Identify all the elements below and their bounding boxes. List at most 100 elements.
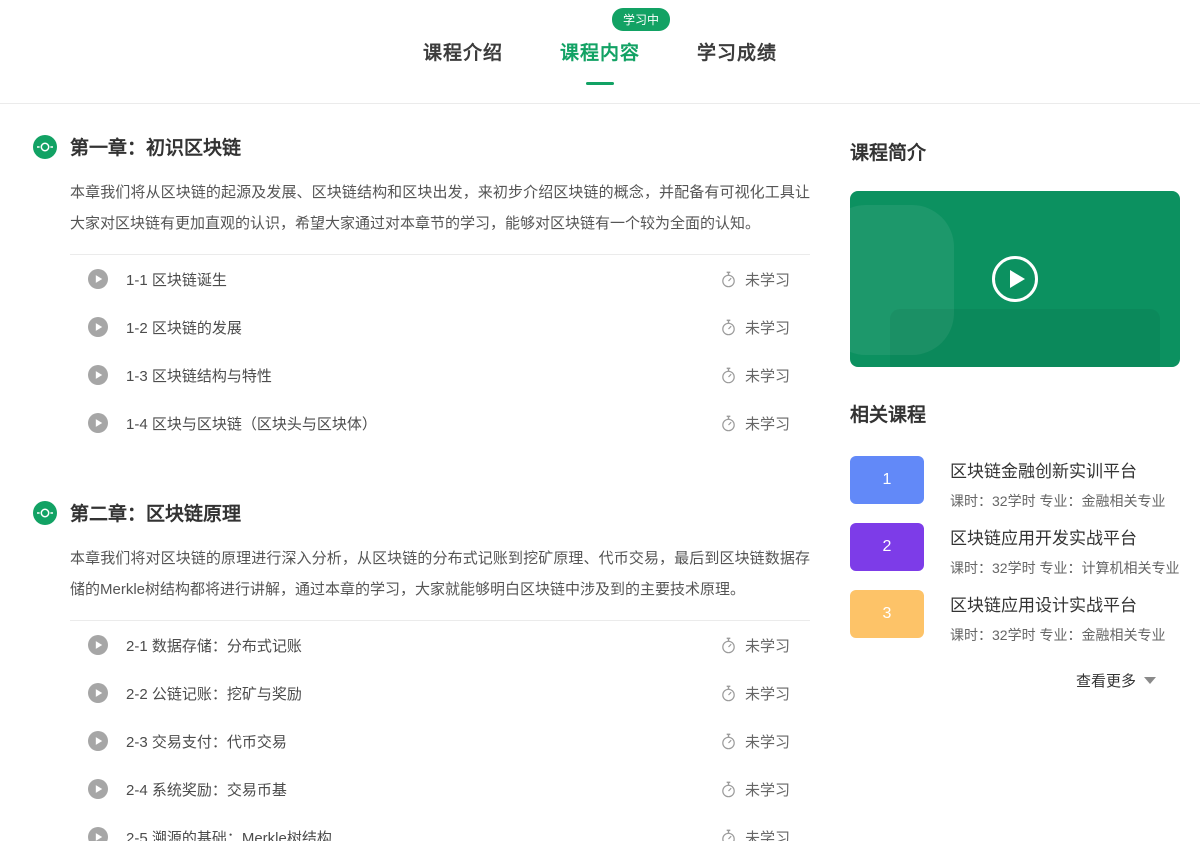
related-course-list: 1 区块链金融创新实训平台 课时：32学时 专业：金融相关专业 2 区块链应用开… (850, 456, 1180, 645)
tab-course-content[interactable]: 学习中 课程内容 (559, 8, 670, 85)
stopwatch-icon (722, 271, 735, 287)
stopwatch-icon (722, 685, 735, 701)
course-meta: 课时：32学时 专业：金融相关专业 (950, 627, 1166, 643)
chapter-title: 第二章：区块链原理 (70, 504, 242, 525)
sidebar: 课程简介 相关课程 1 区块链金融创新实训平台 课时：32学时 专业：金融相关专… (850, 104, 1180, 841)
lesson-status-label: 未学习 (744, 781, 790, 799)
studying-badge: 学习中 (611, 8, 670, 31)
stopwatch-icon (722, 415, 735, 431)
related-courses-heading: 相关课程 (850, 405, 927, 426)
lesson-status: 未学习 (721, 269, 790, 290)
lesson-status: 未学习 (721, 683, 790, 704)
play-triangle-icon (1009, 270, 1025, 288)
lesson-status-label: 未学习 (744, 829, 790, 841)
lesson-title: 1-1 区块链诞生 (126, 271, 227, 289)
play-icon[interactable] (88, 365, 108, 385)
tab-label: 学习成绩 (697, 43, 778, 64)
play-icon[interactable] (88, 269, 108, 289)
play-icon[interactable] (88, 635, 108, 655)
course-title: 区块链应用开发实战平台 (950, 529, 1137, 548)
lesson-status-label: 未学习 (744, 319, 790, 337)
lesson-status: 未学习 (721, 413, 790, 434)
related-course-item[interactable]: 3 区块链应用设计实战平台 课时：32学时 专业：金融相关专业 (850, 590, 1180, 645)
lesson-row[interactable]: 1-3 区块链结构与特性 未学习 (70, 351, 810, 399)
chapter-node-icon (33, 500, 57, 525)
lesson-title: 2-1 数据存储：分布式记账 (126, 637, 302, 655)
course-title: 区块链应用设计实战平台 (950, 596, 1137, 615)
chapter-section: 第二章：区块链原理 本章我们将对区块链的原理进行深入分析，从区块链的分布式记账到… (33, 499, 810, 841)
tab-course-grades[interactable]: 学习成绩 (697, 34, 777, 69)
lesson-row[interactable]: 2-2 公链记账：挖矿与奖励 未学习 (70, 669, 810, 717)
video-decor-shape (890, 309, 1160, 367)
chapter-header: 第二章：区块链原理 (33, 499, 810, 526)
lesson-status-label: 未学习 (744, 271, 790, 289)
course-text: 区块链金融创新实训平台 课时：32学时 专业：金融相关专业 (950, 456, 1165, 511)
tab-label: 课程介绍 (422, 43, 503, 64)
lesson-row[interactable]: 1-4 区块与区块链（区块头与区块体） 未学习 (70, 399, 810, 447)
lesson-list: 2-1 数据存储：分布式记账 未学习 2-2 公链记账：挖矿与奖励 未学习 2-… (70, 621, 810, 841)
chapter-description: 本章我们将对区块链的原理进行深入分析，从区块链的分布式记账到挖矿原理、代币交易，… (70, 550, 810, 598)
lesson-row[interactable]: 1-2 区块链的发展 未学习 (70, 303, 810, 351)
lesson-status: 未学习 (721, 827, 790, 841)
chapter-section: 第一章：初识区块链 本章我们将从区块链的起源及发展、区块链结构和区块出发，来初步… (33, 133, 810, 447)
course-intro-heading: 课程简介 (850, 143, 927, 164)
chapter-title: 第一章：初识区块链 (70, 138, 242, 159)
play-icon[interactable] (88, 317, 108, 337)
play-icon[interactable] (88, 827, 108, 841)
stopwatch-icon (722, 637, 735, 653)
play-icon[interactable] (88, 731, 108, 751)
lesson-list: 1-1 区块链诞生 未学习 1-2 区块链的发展 未学习 1-3 区块链结构与特… (70, 255, 810, 447)
lesson-status: 未学习 (721, 365, 790, 386)
lesson-row[interactable]: 1-1 区块链诞生 未学习 (70, 255, 810, 303)
lesson-title: 2-5 溯源的基础：Merkle树结构 (126, 829, 332, 841)
lesson-title: 1-3 区块链结构与特性 (126, 367, 272, 385)
play-icon[interactable] (88, 779, 108, 799)
course-text: 区块链应用设计实战平台 课时：32学时 专业：金融相关专业 (950, 590, 1165, 645)
view-more-link[interactable]: 查看更多 (850, 670, 1180, 691)
lesson-status: 未学习 (721, 731, 790, 752)
lesson-title: 2-2 公链记账：挖矿与奖励 (126, 685, 302, 703)
related-course-item[interactable]: 2 区块链应用开发实战平台 课时：32学时 专业：计算机相关专业 (850, 523, 1180, 578)
related-course-item[interactable]: 1 区块链金融创新实训平台 课时：32学时 专业：金融相关专业 (850, 456, 1180, 511)
chapter-node-icon (33, 134, 57, 159)
course-tab-bar: 课程介绍 学习中 课程内容 学习成绩 (0, 0, 1200, 104)
lesson-status-label: 未学习 (744, 637, 790, 655)
course-number-badge: 2 (850, 523, 924, 571)
lesson-title: 2-4 系统奖励：交易币基 (126, 781, 287, 799)
lesson-status: 未学习 (721, 779, 790, 800)
lesson-status: 未学习 (721, 317, 790, 338)
tab-label: 课程内容 (559, 43, 640, 64)
stopwatch-icon (722, 733, 735, 749)
page-body: 第一章：初识区块链 本章我们将从区块链的起源及发展、区块链结构和区块出发，来初步… (0, 104, 1200, 841)
lesson-status-label: 未学习 (744, 415, 790, 433)
play-icon[interactable] (88, 413, 108, 433)
course-text: 区块链应用开发实战平台 课时：32学时 专业：计算机相关专业 (950, 523, 1179, 578)
view-more-label: 查看更多 (1075, 673, 1136, 690)
lesson-row[interactable]: 2-1 数据存储：分布式记账 未学习 (70, 621, 810, 669)
lesson-title: 1-4 区块与区块链（区块头与区块体） (126, 415, 377, 433)
chapter-description: 本章我们将从区块链的起源及发展、区块链结构和区块出发，来初步介绍区块链的概念，并… (70, 184, 810, 232)
course-meta: 课时：32学时 专业：金融相关专业 (950, 493, 1166, 509)
course-number-badge: 1 (850, 456, 924, 504)
lesson-title: 1-2 区块链的发展 (126, 319, 242, 337)
stopwatch-icon (722, 367, 735, 383)
lesson-title: 2-3 交易支付：代币交易 (126, 733, 287, 751)
lesson-status-label: 未学习 (744, 685, 790, 703)
chapter-header: 第一章：初识区块链 (33, 133, 810, 160)
lesson-row[interactable]: 2-4 系统奖励：交易币基 未学习 (70, 765, 810, 813)
chevron-down-icon (1144, 677, 1156, 684)
play-icon[interactable] (88, 683, 108, 703)
lesson-status-label: 未学习 (744, 733, 790, 751)
tab-course-intro[interactable]: 课程介绍 (423, 34, 503, 69)
lesson-row[interactable]: 2-3 交易支付：代币交易 未学习 (70, 717, 810, 765)
course-title: 区块链金融创新实训平台 (950, 462, 1137, 481)
video-play-button[interactable] (992, 256, 1038, 302)
stopwatch-icon (722, 829, 735, 841)
stopwatch-icon (722, 781, 735, 797)
course-number-badge: 3 (850, 590, 924, 638)
lesson-status-label: 未学习 (744, 367, 790, 385)
course-intro-video[interactable] (850, 191, 1180, 367)
stopwatch-icon (722, 319, 735, 335)
course-meta: 课时：32学时 专业：计算机相关专业 (950, 560, 1180, 576)
lesson-row[interactable]: 2-5 溯源的基础：Merkle树结构 未学习 (70, 813, 810, 841)
